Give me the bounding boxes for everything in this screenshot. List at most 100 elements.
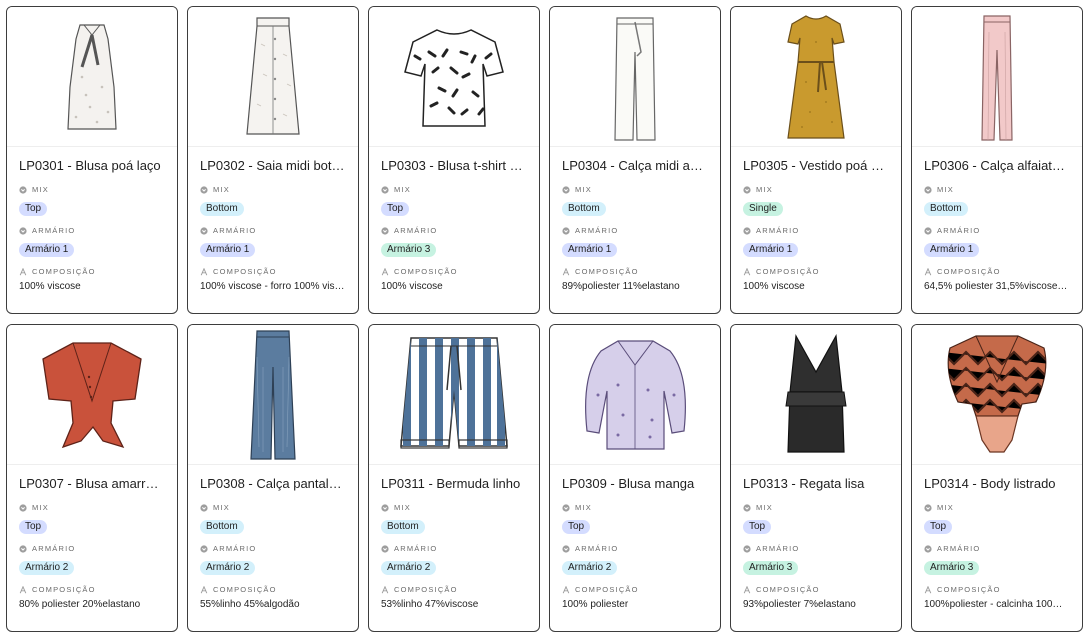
product-image: [912, 325, 1082, 465]
text-property-icon: [200, 585, 208, 593]
select-circle-icon: [19, 185, 27, 194]
mix-label: MIX: [32, 185, 49, 194]
mix-label: MIX: [756, 503, 773, 512]
product-title: LP0314 - Body listrado: [924, 476, 1056, 491]
mix-tag: Top: [381, 202, 410, 216]
striped-bodysuit-icon: [942, 332, 1052, 457]
mix-field: MIX Top: [19, 502, 165, 534]
text-property-icon: [19, 267, 27, 275]
product-card-1[interactable]: LP0301 - Blusa poá laço MIX Top ARMÁRIO …: [6, 6, 178, 314]
product-card-3[interactable]: LP0303 - Blusa t-shirt estampada MIX Top…: [368, 6, 540, 314]
select-circle-icon: [19, 503, 27, 512]
mix-label: MIX: [575, 185, 592, 194]
select-circle-icon: [381, 226, 389, 235]
product-image: [188, 7, 358, 147]
product-card-12[interactable]: LP0314 - Body listrado MIX Top ARMÁRIO A…: [911, 324, 1083, 632]
select-circle-icon: [200, 226, 208, 235]
armario-label: ARMÁRIO: [213, 226, 257, 235]
text-property-icon: [19, 585, 27, 593]
armario-label: ARMÁRIO: [937, 226, 981, 235]
mix-field: MIX Top: [381, 184, 527, 216]
product-image: [731, 7, 901, 147]
text-property-icon: [381, 267, 389, 275]
select-circle-icon: [562, 185, 570, 194]
composicao-field: COMPOSIÇÃO 53%linho 47%viscose: [381, 584, 527, 612]
composicao-label: COMPOSIÇÃO: [756, 267, 820, 276]
product-image: [7, 7, 177, 147]
text-property-icon: [924, 267, 932, 275]
mix-field: MIX Single: [743, 184, 889, 216]
product-title: LP0303 - Blusa t-shirt estampada: [381, 158, 527, 173]
midi-skirt-icon: [233, 14, 313, 139]
product-card-10[interactable]: LP0309 - Blusa manga MIX Top ARMÁRIO Arm…: [549, 324, 721, 632]
product-card-9[interactable]: LP0311 - Bermuda linho MIX Bottom ARMÁRI…: [368, 324, 540, 632]
product-card-7[interactable]: LP0307 - Blusa amarração MIX Top ARMÁRIO…: [6, 324, 178, 632]
select-circle-icon: [381, 544, 389, 553]
product-card-5[interactable]: LP0305 - Vestido poá midi MIX Single ARM…: [730, 6, 902, 314]
wide-trousers-icon: [605, 12, 665, 142]
armario-field: ARMÁRIO Armário 1: [19, 225, 165, 257]
puff-sleeve-blouse-icon: [578, 335, 693, 455]
composicao-field: COMPOSIÇÃO 100% viscose: [19, 266, 165, 294]
armario-label: ARMÁRIO: [575, 226, 619, 235]
product-card-8[interactable]: LP0308 - Calça pantalona MIX Bottom ARMÁ…: [187, 324, 359, 632]
product-card-6[interactable]: LP0306 - Calça alfaiataria MIX Bottom AR…: [911, 6, 1083, 314]
mix-field: MIX Bottom: [200, 184, 346, 216]
mix-label: MIX: [32, 503, 49, 512]
text-property-icon: [743, 585, 751, 593]
composicao-label: COMPOSIÇÃO: [394, 267, 458, 276]
armario-tag: Armário 1: [924, 243, 980, 257]
composicao-field: COMPOSIÇÃO 100% viscose: [381, 266, 527, 294]
composicao-field: COMPOSIÇÃO 100%poliester - calcinha 100%…: [924, 584, 1070, 612]
product-card-11[interactable]: LP0313 - Regata lisa MIX Top ARMÁRIO Arm…: [730, 324, 902, 632]
composicao-value: 100% viscose: [381, 281, 443, 292]
select-circle-icon: [562, 544, 570, 553]
product-image: [912, 7, 1082, 147]
composicao-value: 100% viscose: [19, 281, 81, 292]
product-card-2[interactable]: LP0302 - Saia midi botões MIX Bottom ARM…: [187, 6, 359, 314]
mix-label: MIX: [937, 503, 954, 512]
armario-tag: Armário 2: [19, 561, 75, 575]
composicao-field: COMPOSIÇÃO 100% viscose - forro 100% vis…: [200, 266, 346, 294]
select-circle-icon: [200, 503, 208, 512]
armario-tag: Armário 1: [200, 243, 256, 257]
product-title: LP0302 - Saia midi botões: [200, 158, 346, 173]
mix-tag: Top: [743, 520, 772, 534]
armario-tag: Armário 3: [381, 243, 437, 257]
mix-tag: Bottom: [924, 202, 968, 216]
armario-field: ARMÁRIO Armário 3: [381, 225, 527, 257]
composicao-field: COMPOSIÇÃO 55%linho 45%algodão: [200, 584, 346, 612]
mix-label: MIX: [575, 503, 592, 512]
composicao-label: COMPOSIÇÃO: [32, 267, 96, 276]
product-image: [369, 325, 539, 465]
product-image: [369, 7, 539, 147]
mix-field: MIX Top: [562, 502, 708, 534]
armario-label: ARMÁRIO: [575, 544, 619, 553]
product-title: LP0313 - Regata lisa: [743, 476, 865, 491]
composicao-label: COMPOSIÇÃO: [213, 585, 277, 594]
armario-field: ARMÁRIO Armário 1: [743, 225, 889, 257]
product-title: LP0301 - Blusa poá laço: [19, 158, 161, 173]
armario-label: ARMÁRIO: [32, 544, 76, 553]
armario-field: ARMÁRIO Armário 2: [562, 543, 708, 575]
composicao-value: 100% viscose - forro 100% viscose: [200, 281, 346, 292]
composicao-field: COMPOSIÇÃO 64,5% poliester 31,5%viscose …: [924, 266, 1070, 294]
text-property-icon: [381, 585, 389, 593]
select-circle-icon: [924, 503, 932, 512]
text-property-icon: [562, 585, 570, 593]
armario-tag: Armário 1: [562, 243, 618, 257]
armario-tag: Armário 2: [562, 561, 618, 575]
select-circle-icon: [743, 544, 751, 553]
armario-field: ARMÁRIO Armário 2: [200, 543, 346, 575]
armario-tag: Armário 1: [19, 243, 75, 257]
armario-field: ARMÁRIO Armário 1: [200, 225, 346, 257]
tank-top-icon: [776, 332, 856, 457]
mix-tag: Single: [743, 202, 783, 216]
product-image: [550, 7, 720, 147]
armario-label: ARMÁRIO: [937, 544, 981, 553]
armario-tag: Armário 3: [743, 561, 799, 575]
printed-tshirt-icon: [399, 22, 509, 132]
product-card-4[interactable]: LP0304 - Calça midi amarração MIX Bottom…: [549, 6, 721, 314]
armario-field: ARMÁRIO Armário 1: [562, 225, 708, 257]
composicao-field: COMPOSIÇÃO 100% viscose: [743, 266, 889, 294]
